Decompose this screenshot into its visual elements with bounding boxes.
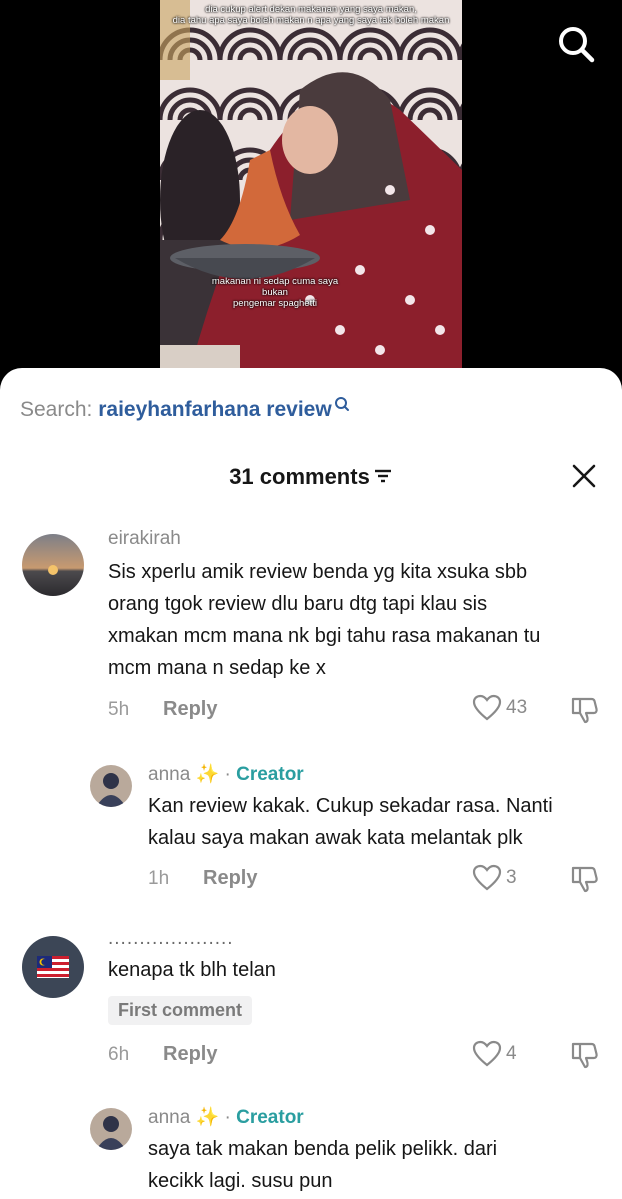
comment-text: saya tak makan benda pelik pelikk. dari … [148,1133,497,1197]
like-button[interactable]: 4 [472,1040,517,1068]
reply-button[interactable]: Reply [163,1043,217,1066]
comment-text-line: saya tak makan benda pelik pelikk. dari [148,1138,498,1160]
search-prefix: Search: [20,398,99,421]
comment-username: anna ✨ · Creator [148,762,304,786]
like-count: 4 [506,1043,517,1064]
search-query-link[interactable]: raieyhanfarhana review [98,398,331,421]
comment-time: 5h [108,699,130,720]
like-button[interactable]: 3 [472,864,517,892]
thumbs-down-icon [571,866,598,893]
comment-text-line: kalau saya makan awak kata melantak plk [148,827,523,849]
comments-title: 31 comments [0,464,622,491]
avatar[interactable] [22,936,84,998]
comment-username: anna ✨ · Creator [148,1105,304,1129]
comment-text: Kan review kakak. Cukup sekadar rasa. Na… [148,790,553,854]
comment-item: .................... kenapa tk blh telan… [0,928,622,1078]
comment-time: 1h [148,868,170,889]
video-frame: dia cukup alert dekan makanan yang saya … [160,0,462,370]
video-scene [160,0,462,370]
comment-text-line: mcm mana n sedap ke x [108,657,326,679]
comment-time: 6h [108,1044,130,1065]
video-caption-top: dia cukup alert dekan makanan yang saya … [172,4,450,26]
search-small-icon [334,396,350,420]
comment-reply-item: anna ✨ · Creator Kan review kakak. Cukup… [0,758,622,898]
creator-username[interactable]: anna [148,1107,190,1128]
avatar[interactable] [22,534,84,596]
avatar[interactable] [90,765,132,807]
comment-username[interactable]: .................... [108,928,234,950]
comments-header: 31 comments [0,462,622,496]
comment-text: kenapa tk blh telan [108,954,276,986]
comments-sheet: Search: raieyhanfarhana review 31 commen… [0,368,622,1199]
separator-dot: · [224,764,231,785]
sort-icon[interactable] [373,465,393,491]
dislike-button[interactable] [570,865,600,898]
comment-text-line: kenapa tk blh telan [108,959,276,981]
search-icon [559,27,595,63]
reply-button[interactable]: Reply [163,698,217,721]
like-count: 43 [506,697,528,718]
separator-dot: · [224,1107,231,1128]
like-button[interactable]: 43 [472,694,527,722]
video-player[interactable]: dia cukup alert dekan makanan yang saya … [0,0,622,370]
like-count: 3 [506,867,517,888]
comment-username[interactable]: eirakirah [108,528,181,550]
reply-button[interactable]: Reply [203,867,257,890]
comment-text: Sis xperlu amik review benda yg kita xsu… [108,556,540,684]
close-button[interactable] [570,462,598,490]
comment-text-line: Kan review kakak. Cukup sekadar rasa. Na… [148,795,553,817]
close-icon [572,464,596,488]
thumbs-down-icon [571,1042,598,1069]
avatar[interactable] [90,1108,132,1150]
heart-icon [472,864,502,891]
video-caption-bottom: makanan ni sedap cuma saya bukan pengema… [211,276,339,309]
dislike-button[interactable] [570,1041,600,1074]
comment-reply-item: anna ✨ · Creator saya tak makan benda pe… [0,1101,622,1199]
heart-icon [472,1040,502,1067]
comment-text-line: xmakan mcm mana nk bgi tahu rasa makanan… [108,625,541,647]
comment-text-line: kecikk lagi. susu pun [148,1170,333,1192]
creator-label: Creator [236,764,304,785]
sparkle-icon: ✨ [195,1107,220,1128]
heart-icon [472,694,502,721]
related-search[interactable]: Search: raieyhanfarhana review [20,396,350,422]
comment-item: eirakirah Sis xperlu amik review benda y… [0,524,622,734]
sparkle-icon: ✨ [195,764,220,785]
creator-label: Creator [236,1107,304,1128]
dislike-button[interactable] [570,696,600,729]
creator-username[interactable]: anna [148,764,190,785]
search-button[interactable] [556,24,596,64]
comments-count: 31 comments [229,464,370,489]
comment-text-line: orang tgok review dlu baru dtg tapi klau… [108,593,488,615]
comment-text-line: Sis xperlu amik review benda yg kita xsu… [108,561,528,583]
first-comment-badge: First comment [108,996,253,1025]
thumbs-down-icon [571,697,598,724]
